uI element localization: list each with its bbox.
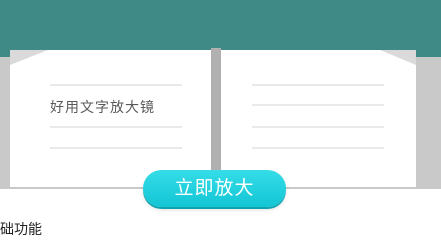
book-spine	[211, 48, 221, 188]
section-title: 础功能	[0, 222, 42, 238]
zoom-now-button[interactable]: 立即放大	[143, 170, 286, 207]
book-title-text: 好用文字放大镜	[50, 100, 155, 116]
right-page	[221, 50, 416, 187]
left-page	[10, 50, 211, 187]
